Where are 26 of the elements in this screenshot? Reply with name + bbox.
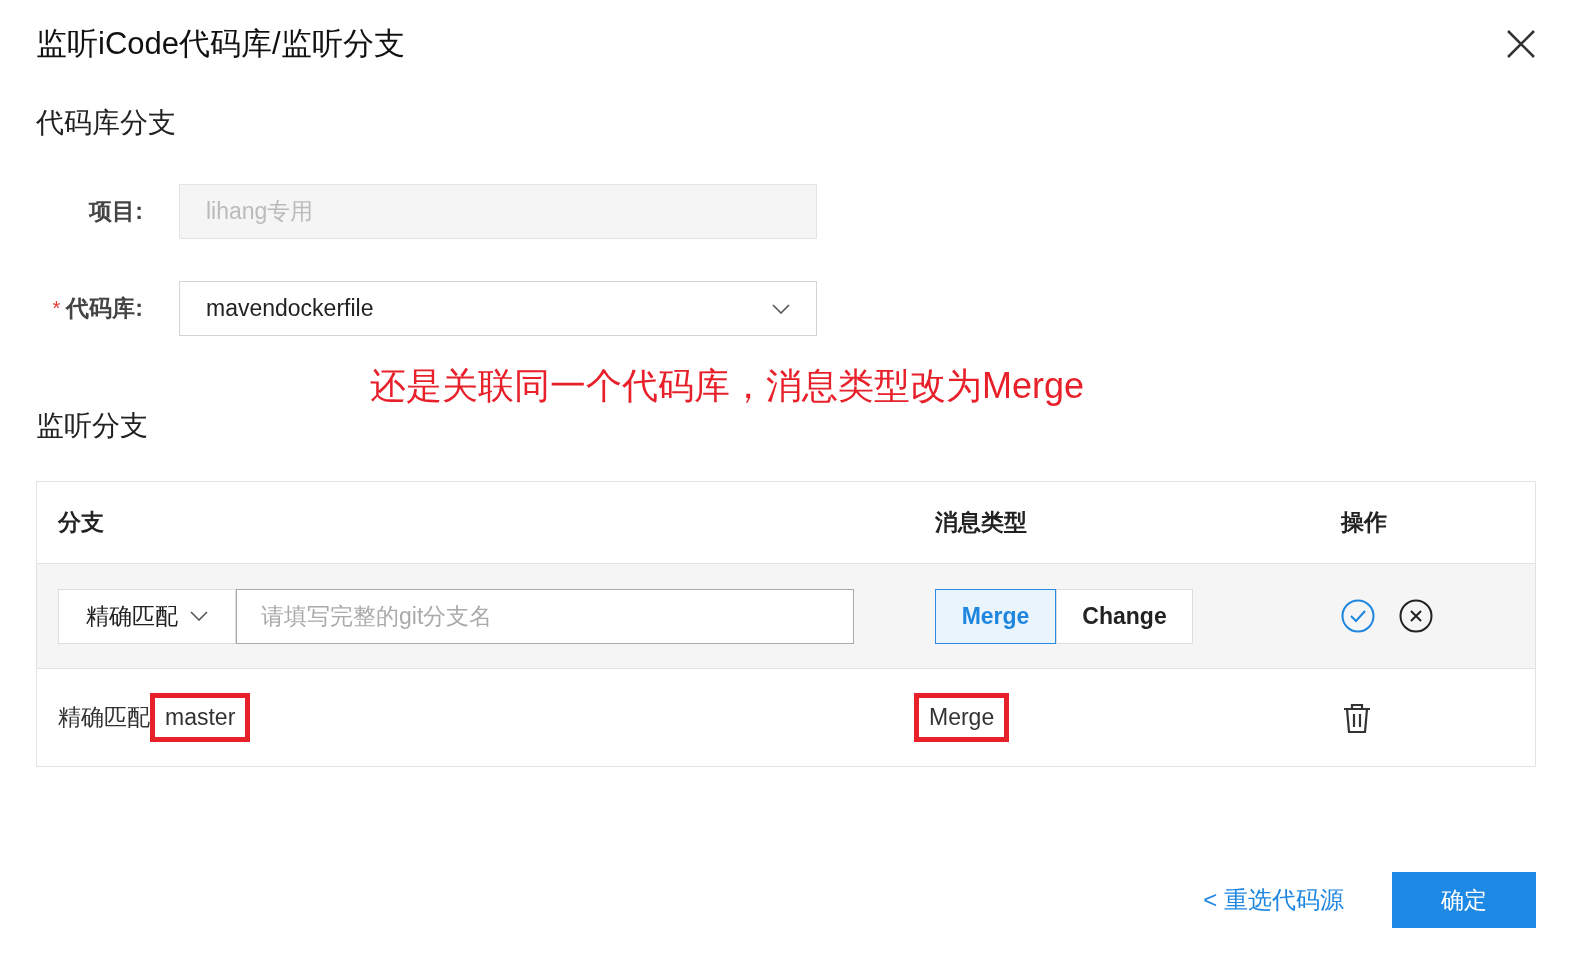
- chevron-down-icon: [772, 303, 790, 314]
- branch-input[interactable]: 请填写完整的git分支名: [236, 588, 854, 644]
- section-heading: 监听分支: [36, 409, 149, 443]
- section-heading: 代码库分支: [36, 106, 177, 140]
- column-header: 消息类型: [934, 508, 1028, 537]
- match-type-select[interactable]: 精确匹配: [58, 588, 236, 644]
- message-type-option[interactable]: Change: [1056, 588, 1193, 644]
- chevron-down-icon: [190, 611, 208, 621]
- field-label: 项目:: [89, 197, 143, 226]
- message-type-option[interactable]: Merge: [935, 588, 1056, 644]
- trash-icon[interactable]: [1341, 701, 1373, 734]
- back-link[interactable]: < 重选代码源: [1203, 884, 1344, 916]
- confirm-check-icon[interactable]: [1341, 599, 1375, 633]
- branch-name: master: [150, 693, 251, 742]
- cancel-icon[interactable]: [1399, 599, 1433, 633]
- repository-select[interactable]: mavendockerfile: [179, 281, 817, 336]
- message-type-text: Merge: [914, 693, 1010, 742]
- column-header: 操作: [1339, 508, 1388, 537]
- match-type-text: 精确匹配: [58, 703, 150, 732]
- dialog-title: 监听iCode代码库/监听分支: [36, 25, 405, 63]
- column-header: 分支: [56, 508, 105, 537]
- required-mark: *: [52, 297, 61, 320]
- field-label: 代码库:: [66, 294, 143, 323]
- close-icon[interactable]: [1506, 29, 1536, 59]
- confirm-button[interactable]: 确定: [1392, 872, 1536, 928]
- annotation-text: 还是关联同一个代码库，消息类型改为Merge: [370, 364, 1086, 408]
